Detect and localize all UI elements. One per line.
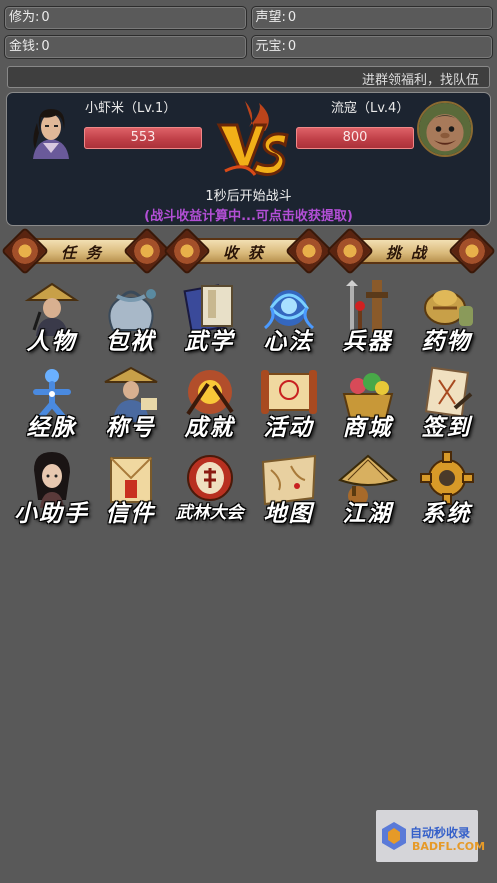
- reputation-label: 声望:: [255, 10, 286, 25]
- ingot-label: 元宝:: [255, 39, 286, 54]
- player-name: 小虾米（Lv.1）: [85, 101, 177, 116]
- menu-jianghu-label: 江湖: [342, 500, 393, 527]
- watermark-logo-icon: [382, 822, 406, 850]
- ingot-value: 0: [287, 39, 297, 54]
- menu-event-label: 活动: [263, 414, 314, 441]
- tab-harvest[interactable]: 收获: [162, 226, 334, 276]
- marquee-text: 进群领福利，找队伍: [362, 73, 480, 88]
- menu-letter[interactable]: 信件: [91, 448, 170, 534]
- menu-tournament-label: 武林大会: [175, 503, 244, 523]
- watermark-line2: BADFL.COM: [412, 840, 486, 853]
- menu-event[interactable]: 活动: [249, 362, 328, 448]
- player-avatar[interactable]: [23, 103, 79, 159]
- cultivation-value: 0: [41, 10, 50, 25]
- menu-weapon[interactable]: 兵器: [328, 276, 407, 362]
- menu-map[interactable]: 地图: [249, 448, 328, 534]
- stats-row-2: 金钱: 0 元宝: 0: [4, 35, 493, 59]
- gold-value: 0: [41, 39, 50, 54]
- menu-martial[interactable]: 武学: [170, 276, 249, 362]
- watermark: 自动秒收录 BADFL.COM: [376, 810, 485, 862]
- enemy-hp-value: 800: [342, 130, 368, 145]
- reputation-value: 0: [287, 10, 297, 25]
- menu-character-label: 人物: [26, 328, 77, 355]
- tab-challenge-label: 挑战: [385, 244, 436, 262]
- menu-title[interactable]: 称号: [91, 362, 170, 448]
- announcement-marquee[interactable]: 进群领福利，找队伍: [7, 66, 490, 88]
- versus-icon: [216, 101, 289, 176]
- menu-bag[interactable]: 包袱: [91, 276, 170, 362]
- menu-jianghu[interactable]: 江湖: [328, 448, 407, 534]
- menu-medicine[interactable]: 药物: [407, 276, 486, 362]
- tab-challenge[interactable]: 挑战: [325, 226, 497, 276]
- watermark-line1: 自动秒收录: [410, 826, 471, 840]
- menu-title-label: 称号: [105, 414, 156, 441]
- menu-achievement-label: 成就: [184, 414, 235, 441]
- menu-mind[interactable]: 心法: [249, 276, 328, 362]
- menu-system-label: 系统: [421, 500, 472, 527]
- reputation-stat: 声望: 0: [250, 6, 493, 30]
- gold-label: 金钱:: [9, 39, 40, 54]
- enemy-name: 流寇（Lv.4）: [331, 101, 410, 116]
- enemy-avatar[interactable]: [417, 101, 473, 157]
- menu-map-label: 地图: [263, 500, 314, 527]
- cultivation-stat: 修为: 0: [4, 6, 247, 30]
- feature-menu-grid: 人物 包袱 武学 心法 兵器 药物 经脉 称号 成就 活动 商城 签到 小助手 …: [12, 276, 488, 534]
- tab-quest-label: 任务: [60, 244, 111, 262]
- battle-countdown: 1秒后开始战斗: [205, 189, 292, 204]
- menu-signin[interactable]: 签到: [407, 362, 486, 448]
- player-hp-value: 553: [130, 130, 156, 145]
- menu-system[interactable]: 系统: [407, 448, 486, 534]
- stats-row-1: 修为: 0 声望: 0: [4, 6, 493, 30]
- ingot-stat: 元宝: 0: [250, 35, 493, 59]
- menu-assistant-label: 小助手: [14, 500, 89, 527]
- gold-stat: 金钱: 0: [4, 35, 247, 59]
- menu-martial-label: 武学: [184, 328, 235, 355]
- menu-achievement[interactable]: 成就: [170, 362, 249, 448]
- earnings-tip[interactable]: (战斗收益计算中...可点击收获提取): [7, 205, 490, 224]
- menu-assistant[interactable]: 小助手: [12, 448, 91, 534]
- menu-letter-label: 信件: [105, 500, 156, 527]
- player-hp-bar: 553: [84, 127, 202, 149]
- menu-meridian[interactable]: 经脉: [12, 362, 91, 448]
- menu-mind-label: 心法: [263, 328, 314, 355]
- menu-signin-label: 签到: [421, 414, 472, 441]
- battle-panel: 小虾米（Lv.1） 553 流寇（Lv.4） 800 1秒后开始战斗 (战斗收益…: [6, 92, 491, 226]
- tab-quest[interactable]: 任务: [0, 226, 172, 276]
- menu-medicine-label: 药物: [421, 328, 472, 355]
- menu-shop-label: 商城: [342, 414, 393, 441]
- menu-meridian-label: 经脉: [26, 414, 77, 441]
- menu-bag-label: 包袱: [105, 328, 156, 355]
- cultivation-label: 修为:: [9, 10, 40, 25]
- menu-tournament[interactable]: 武林大会: [170, 448, 249, 534]
- enemy-hp-bar: 800: [296, 127, 414, 149]
- tab-harvest-label: 收获: [222, 244, 273, 262]
- menu-shop[interactable]: 商城: [328, 362, 407, 448]
- menu-character[interactable]: 人物: [12, 276, 91, 362]
- menu-weapon-label: 兵器: [342, 328, 393, 355]
